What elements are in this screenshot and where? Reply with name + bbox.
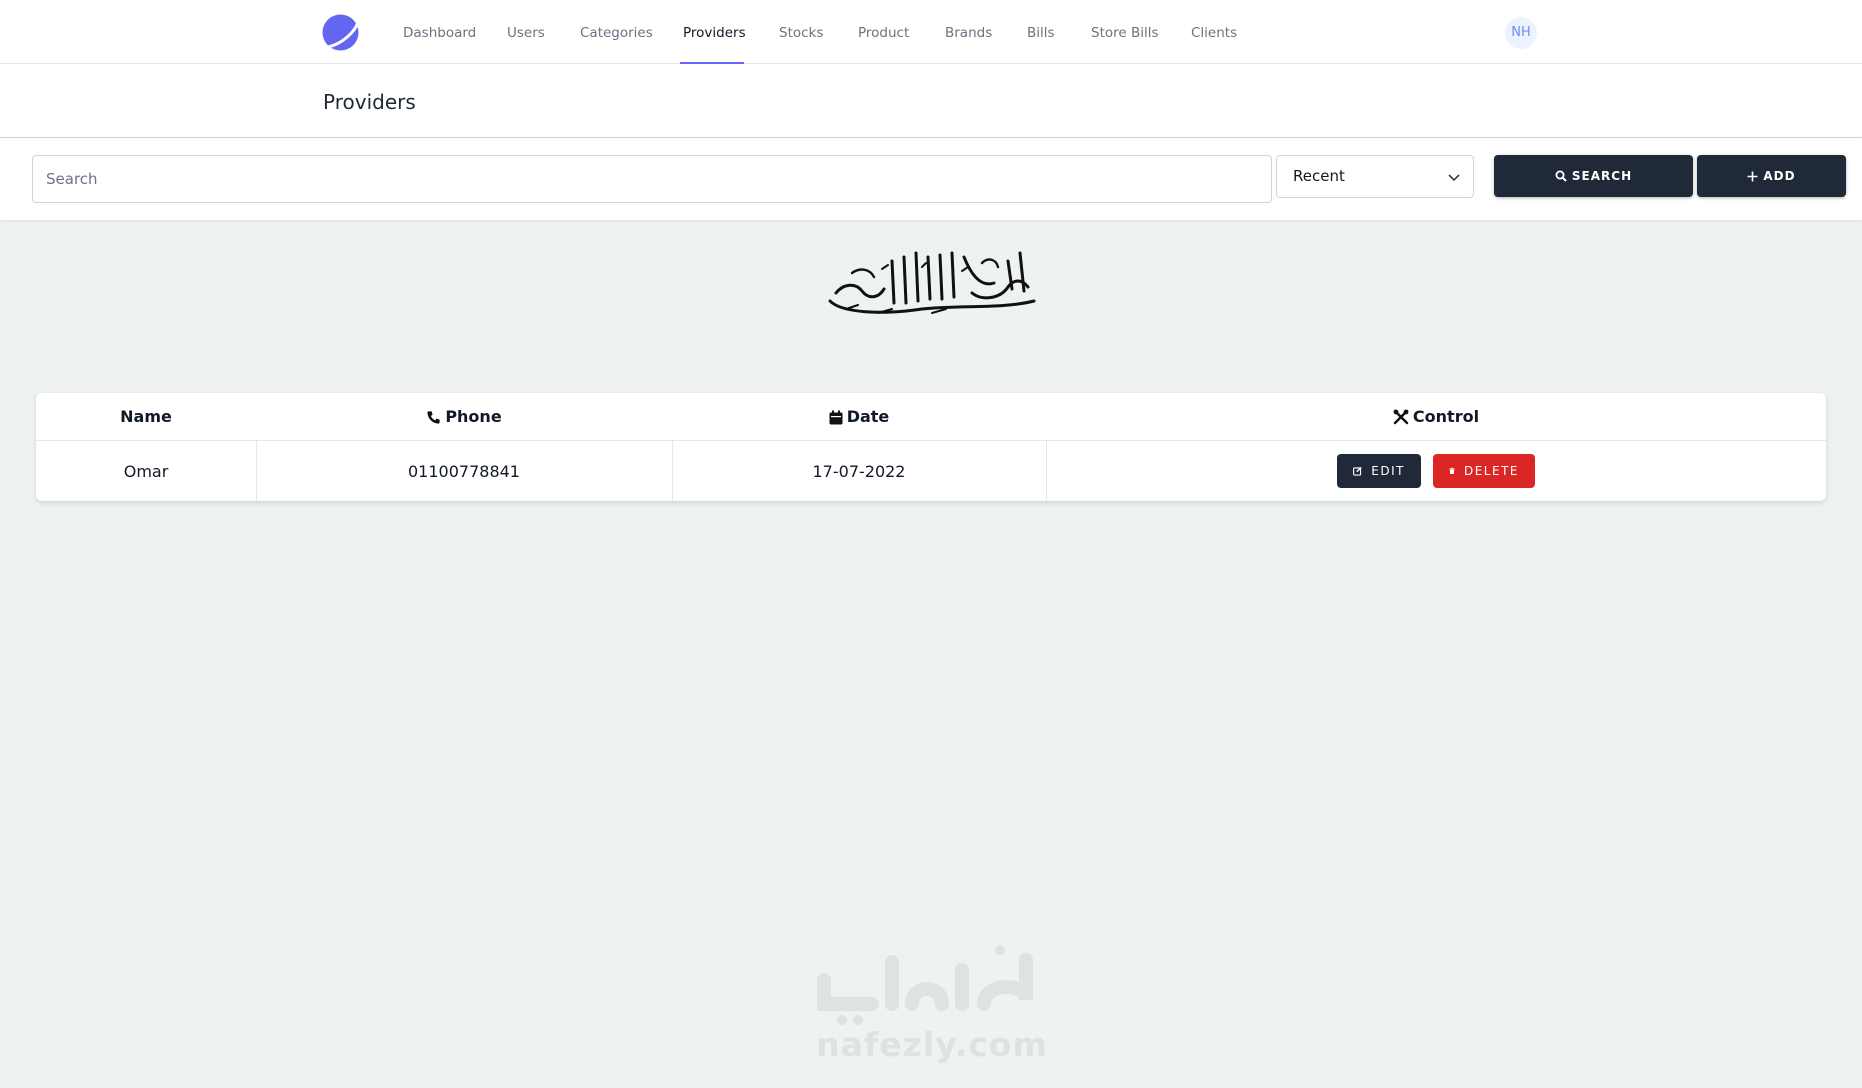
search-button-label: SEARCH	[1571, 169, 1633, 183]
nav-item-store-bills[interactable]: Store Bills	[1091, 0, 1159, 64]
column-header-label: Control	[1412, 407, 1480, 426]
sort-select[interactable]: Recent	[1276, 155, 1474, 198]
app-logo-icon[interactable]	[322, 14, 359, 51]
trash-icon	[1449, 467, 1455, 474]
edit-button[interactable]: EDIT	[1337, 454, 1421, 488]
add-button-label: ADD	[1763, 169, 1796, 183]
nafezly-watermark: nafezly.com	[812, 940, 1052, 1065]
phone-icon	[427, 410, 440, 424]
nav-item-categories[interactable]: Categories	[580, 0, 653, 64]
column-header-label: Name	[120, 407, 172, 426]
column-header-label: Date	[846, 407, 890, 426]
column-header-phone: Phone	[256, 393, 672, 441]
column-header-date: Date	[672, 393, 1046, 441]
edit-icon	[1353, 466, 1362, 476]
cell-phone: 01100778841	[408, 461, 520, 481]
nav-item-clients[interactable]: Clients	[1191, 0, 1237, 64]
user-avatar[interactable]: NH	[1505, 17, 1537, 49]
delete-button[interactable]: DELETE	[1433, 454, 1535, 488]
search-toolbar: Recent SEARCH ADD	[0, 138, 1862, 220]
sort-select-value: Recent	[1293, 167, 1345, 185]
nav-item-stocks[interactable]: Stocks	[779, 0, 823, 64]
bismillah-calligraphy-image	[828, 251, 1036, 314]
nav-item-product[interactable]: Product	[858, 0, 909, 64]
table-header: Name Phone Date Control	[36, 393, 1826, 441]
nav-item-bills[interactable]: Bills	[1027, 0, 1055, 64]
add-button[interactable]: ADD	[1697, 155, 1846, 197]
cell-date: 17-07-2022	[812, 461, 906, 481]
providers-table: Name Phone Date Control Omar 01100778841…	[36, 393, 1826, 501]
delete-button-label: DELETE	[1463, 464, 1519, 478]
nav-item-dashboard[interactable]: Dashboard	[403, 0, 476, 64]
plus-icon	[1747, 171, 1758, 181]
search-input[interactable]	[32, 155, 1272, 203]
search-button[interactable]: SEARCH	[1494, 155, 1693, 197]
edit-button-label: EDIT	[1371, 464, 1405, 478]
cell-control: EDIT DELETE	[1046, 441, 1826, 501]
cell-name: Omar	[123, 461, 169, 481]
search-icon	[1555, 170, 1567, 182]
nav-item-providers[interactable]: Providers	[683, 0, 746, 64]
chevron-down-icon	[1448, 174, 1460, 182]
watermark-logo-image	[817, 945, 1033, 1025]
top-navbar: Dashboard Users Categories Providers Sto…	[0, 0, 1862, 64]
calendar-icon	[829, 410, 843, 424]
column-header-label: Phone	[445, 407, 502, 426]
page-header: Providers	[0, 64, 1862, 138]
column-header-name: Name	[36, 393, 256, 441]
page-title: Providers	[323, 90, 416, 114]
column-header-control: Control	[1046, 393, 1826, 441]
nav-item-brands[interactable]: Brands	[945, 0, 992, 64]
nav-item-users[interactable]: Users	[507, 0, 545, 64]
watermark-text: nafezly.com	[816, 1025, 1048, 1064]
tools-icon	[1393, 409, 1409, 425]
